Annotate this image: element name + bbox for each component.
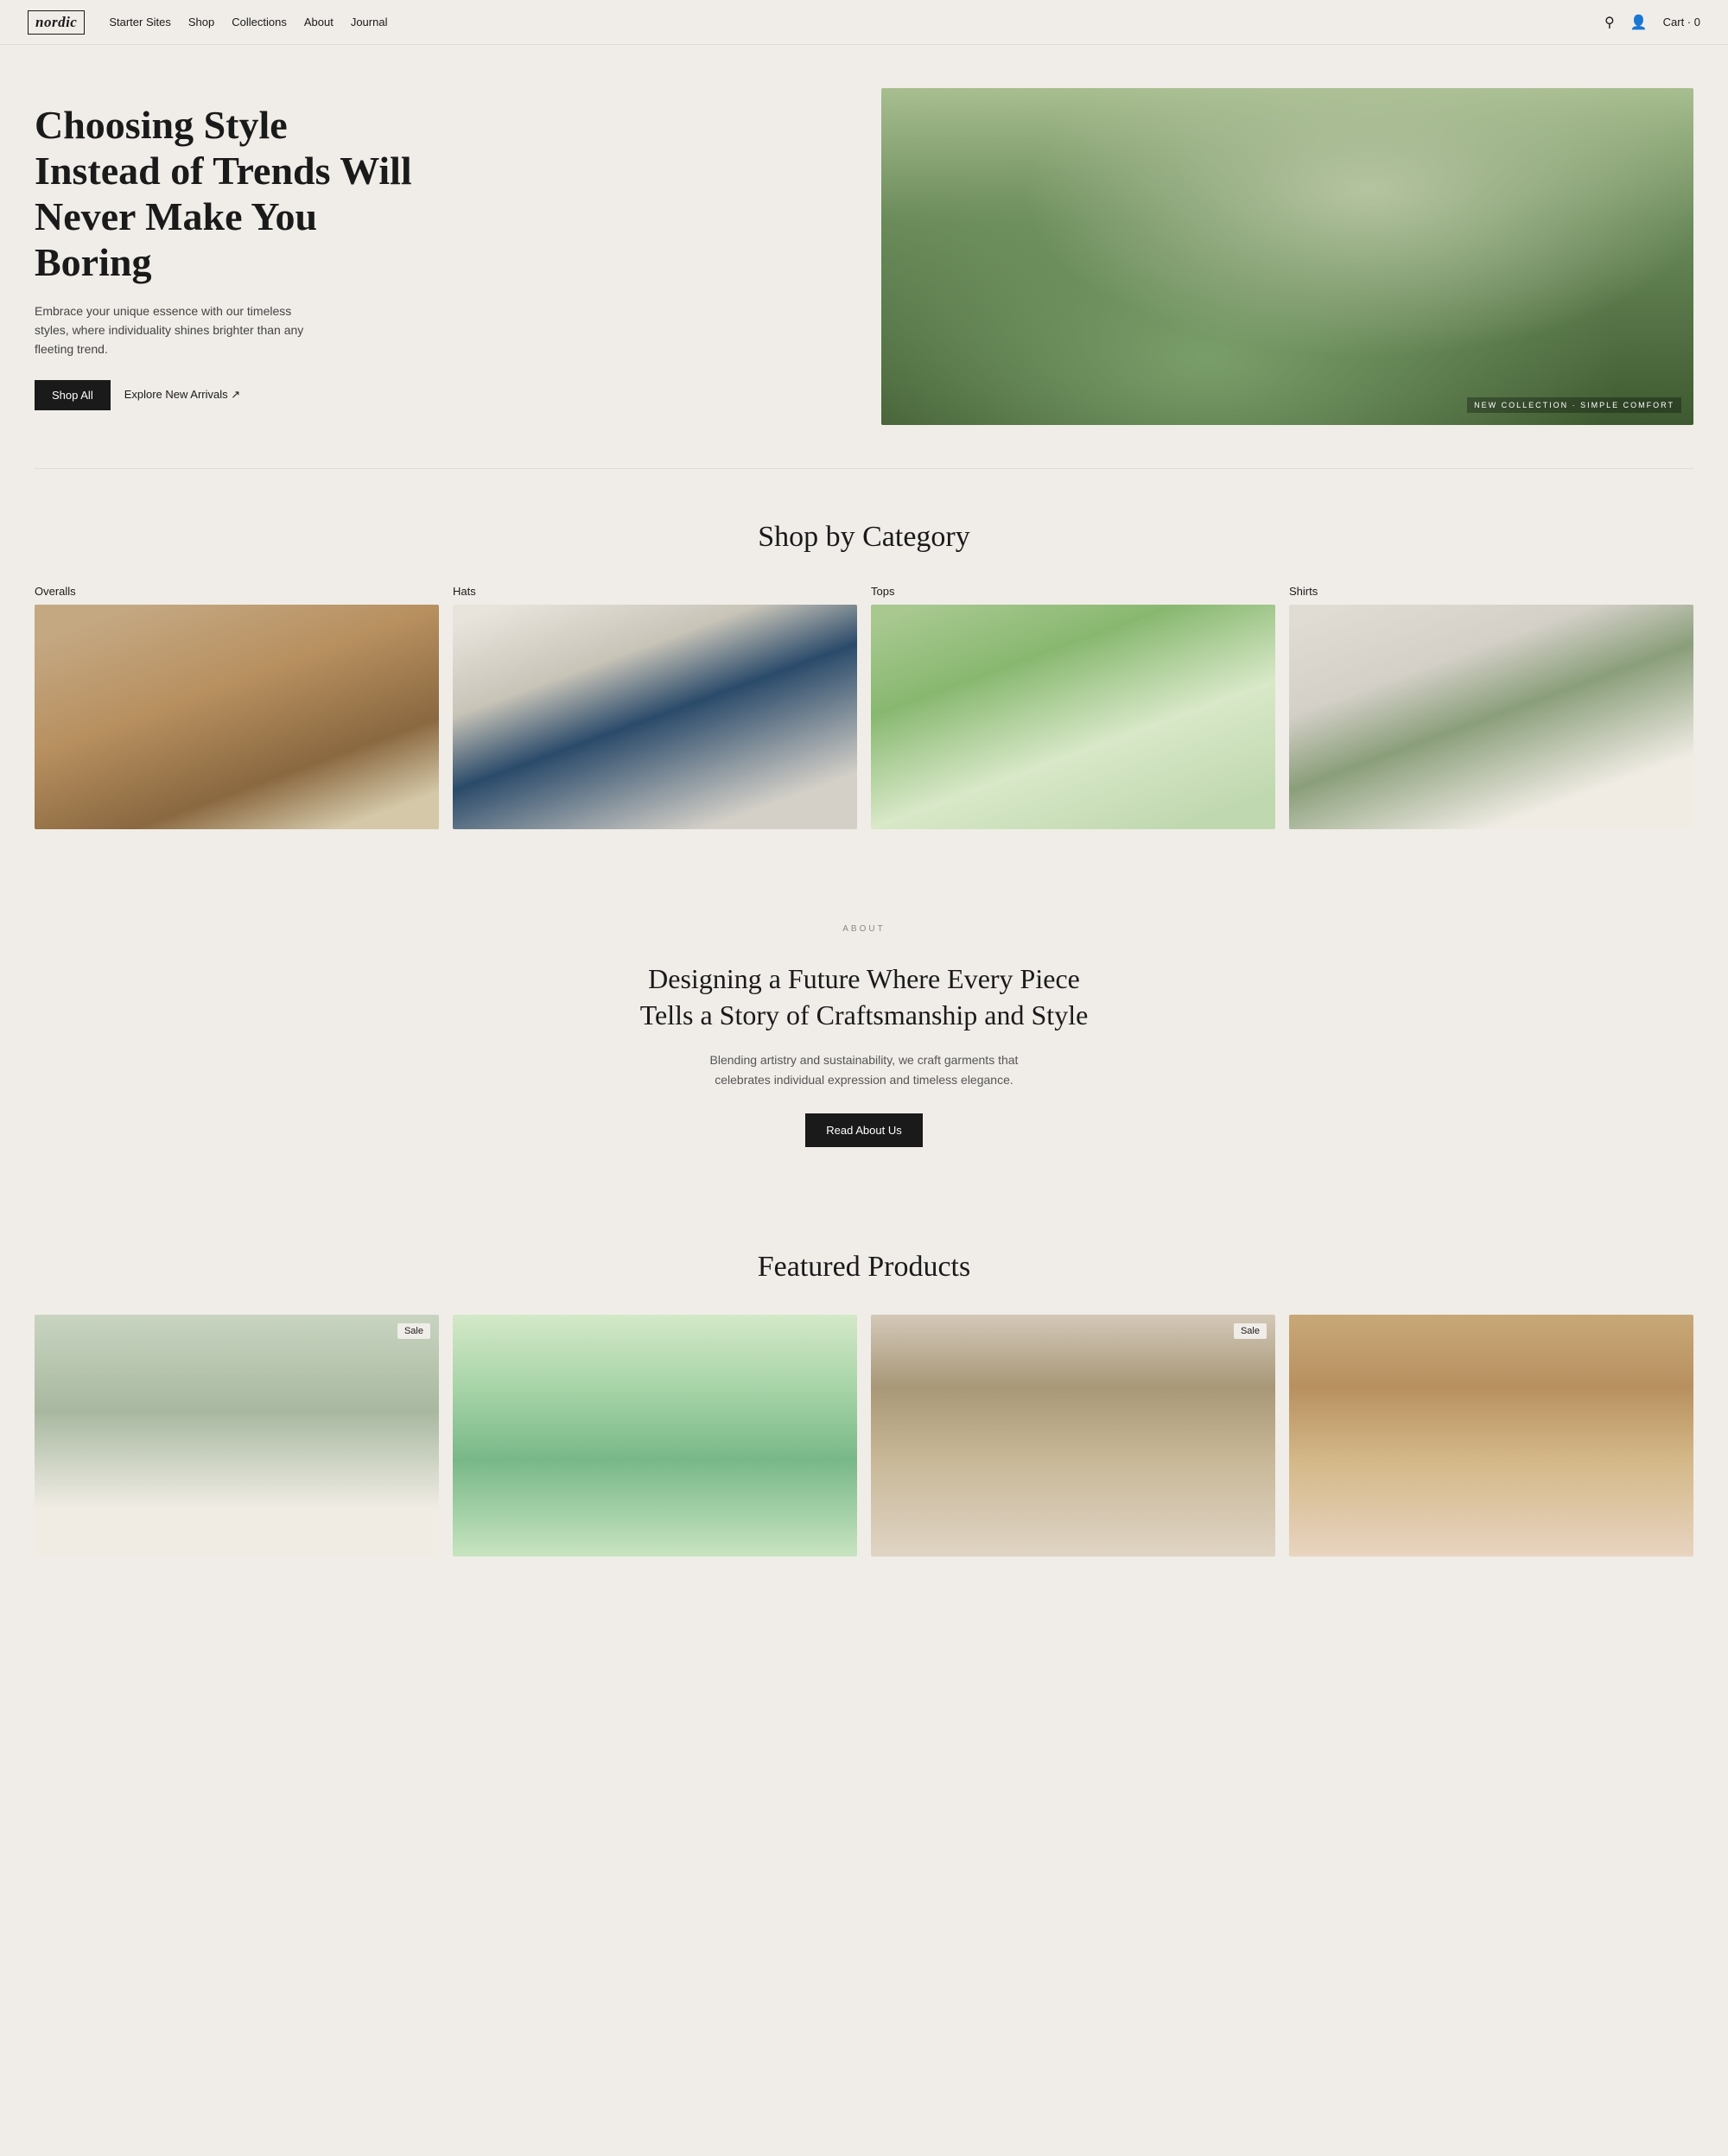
category-shirts-label: Shirts bbox=[1289, 585, 1693, 598]
product-card-3[interactable]: Sale bbox=[871, 1315, 1275, 1557]
product-card-4[interactable] bbox=[1289, 1315, 1693, 1557]
hero-buttons: Shop All Explore New Arrivals ↗ bbox=[35, 380, 847, 410]
about-description: Blending artistry and sustainability, we… bbox=[691, 1050, 1037, 1089]
search-icon[interactable]: ⚲ bbox=[1604, 14, 1615, 31]
category-hats[interactable]: Hats bbox=[453, 585, 857, 829]
nav-right: ⚲ 👤 Cart · 0 bbox=[1604, 14, 1700, 31]
product-image-1: Sale bbox=[35, 1315, 439, 1557]
hero-heading: Choosing Style Instead of Trends Will Ne… bbox=[35, 103, 415, 286]
product-card-2[interactable] bbox=[453, 1315, 857, 1557]
category-overalls[interactable]: Overalls bbox=[35, 585, 439, 829]
category-grid: Overalls Hats Tops Shirts bbox=[35, 585, 1693, 829]
category-tops-image bbox=[871, 605, 1275, 829]
sale-badge-1: Sale bbox=[397, 1323, 430, 1339]
cart-button[interactable]: Cart · 0 bbox=[1663, 16, 1700, 29]
product-image-4 bbox=[1289, 1315, 1693, 1557]
nav-links: Starter Sites Shop Collections About Jou… bbox=[109, 15, 1604, 30]
featured-products-section: Featured Products Sale Sale bbox=[0, 1208, 1728, 1608]
category-overalls-label: Overalls bbox=[35, 585, 439, 598]
category-overalls-image bbox=[35, 605, 439, 829]
featured-products-title: Featured Products bbox=[35, 1251, 1693, 1284]
about-section-label: ABOUT bbox=[35, 907, 1693, 934]
products-grid: Sale Sale bbox=[35, 1315, 1693, 1557]
shop-all-button[interactable]: Shop All bbox=[35, 380, 111, 410]
hero-subtext: Embrace your unique essence with our tim… bbox=[35, 301, 311, 359]
read-about-us-button[interactable]: Read About Us bbox=[805, 1113, 922, 1147]
about-title: Designing a Future Where Every Piece Tel… bbox=[622, 961, 1106, 1033]
category-hats-label: Hats bbox=[453, 585, 857, 598]
nav-collections[interactable]: Collections bbox=[232, 16, 287, 29]
category-shirts-image bbox=[1289, 605, 1693, 829]
category-tops-label: Tops bbox=[871, 585, 1275, 598]
about-section: ABOUT Designing a Future Where Every Pie… bbox=[0, 872, 1728, 1208]
explore-arrivals-link[interactable]: Explore New Arrivals ↗ bbox=[124, 388, 240, 402]
nav-journal[interactable]: Journal bbox=[351, 16, 388, 29]
nav-starter-sites[interactable]: Starter Sites bbox=[109, 16, 171, 29]
hero-text: Choosing Style Instead of Trends Will Ne… bbox=[35, 103, 847, 410]
shop-by-category-title: Shop by Category bbox=[35, 521, 1693, 554]
brand-logo[interactable]: nordic bbox=[28, 10, 85, 35]
category-tops[interactable]: Tops bbox=[871, 585, 1275, 829]
category-shirts[interactable]: Shirts bbox=[1289, 585, 1693, 829]
shop-by-category-section: Shop by Category Overalls Hats Tops Shir… bbox=[0, 469, 1728, 872]
account-icon[interactable]: 👤 bbox=[1630, 14, 1648, 31]
product-image-2 bbox=[453, 1315, 857, 1557]
sale-badge-3: Sale bbox=[1234, 1323, 1267, 1339]
category-hats-image bbox=[453, 605, 857, 829]
hero-collection-badge: NEW COLLECTION · SIMPLE COMFORT bbox=[1467, 397, 1681, 413]
nav-shop[interactable]: Shop bbox=[188, 16, 214, 29]
product-image-3: Sale bbox=[871, 1315, 1275, 1557]
nav-about[interactable]: About bbox=[304, 16, 334, 29]
product-card-1[interactable]: Sale bbox=[35, 1315, 439, 1557]
hero-photo bbox=[881, 88, 1693, 425]
hero-section: Choosing Style Instead of Trends Will Ne… bbox=[0, 45, 1728, 468]
hero-image: NEW COLLECTION · SIMPLE COMFORT bbox=[881, 88, 1693, 425]
navbar: nordic Starter Sites Shop Collections Ab… bbox=[0, 0, 1728, 45]
